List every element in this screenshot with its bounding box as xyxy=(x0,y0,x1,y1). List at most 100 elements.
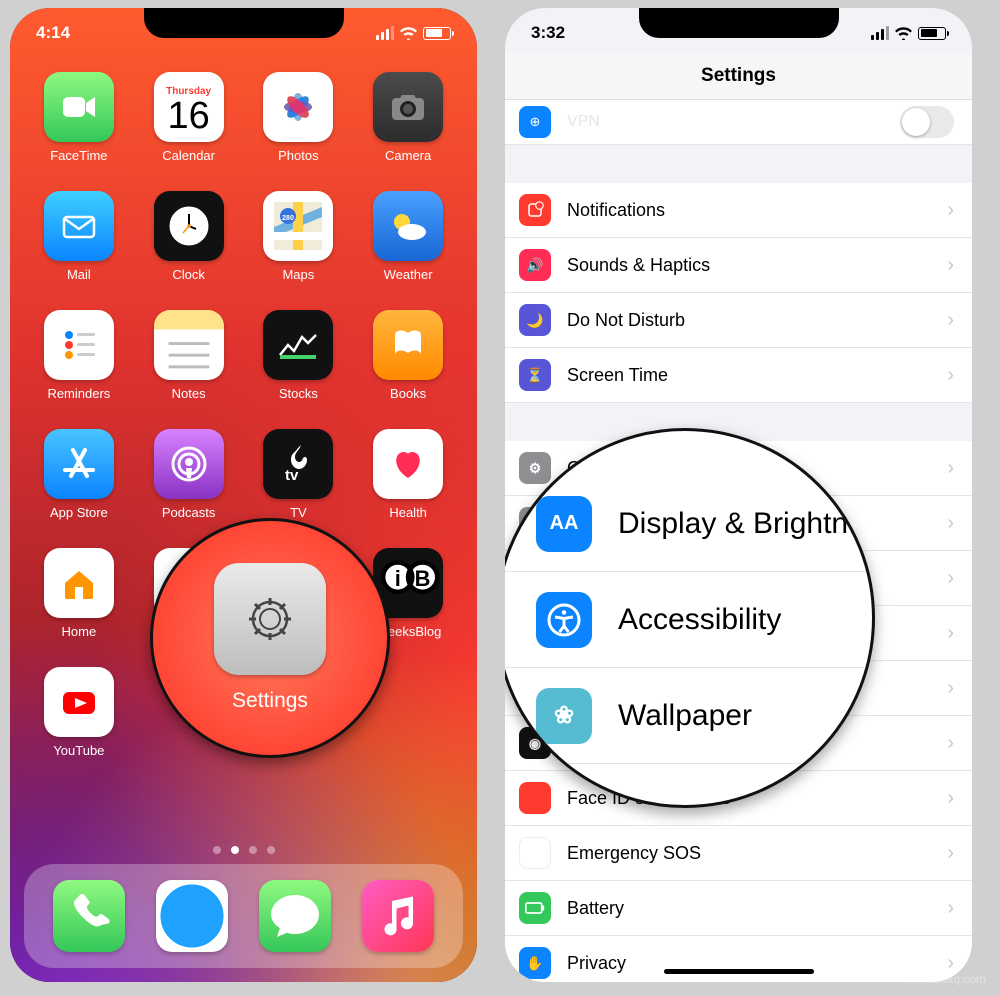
row-battery[interactable]: Battery› xyxy=(505,881,972,936)
appstore-icon xyxy=(44,429,114,499)
app-youtube[interactable]: YouTube xyxy=(34,667,124,782)
dock xyxy=(24,864,463,968)
calendar-icon: Thursday16 xyxy=(154,72,224,142)
magnifier-accessibility: AADisplay & Brightness Accessibility ❀Wa… xyxy=(505,428,875,808)
app-camera[interactable]: Camera xyxy=(363,72,453,187)
sounds-icon: 🔊 xyxy=(519,249,551,281)
reminders-icon xyxy=(44,310,114,380)
weather-icon xyxy=(373,191,443,261)
zoom-row-wallpaper[interactable]: ❀Wallpaper xyxy=(505,668,872,764)
battery-icon xyxy=(423,27,451,40)
svg-text:280: 280 xyxy=(283,215,295,222)
app-appstore[interactable]: App Store xyxy=(34,429,124,544)
app-photos[interactable]: Photos xyxy=(254,72,344,187)
row-sos[interactable]: SOSEmergency SOS› xyxy=(505,826,972,881)
page-dots[interactable] xyxy=(10,846,477,854)
chevron-right-icon: › xyxy=(947,622,954,645)
dock-app-music[interactable] xyxy=(362,880,434,952)
svg-text:tv: tv xyxy=(285,467,299,484)
notifications-icon xyxy=(519,194,551,226)
app-books[interactable]: Books xyxy=(363,310,453,425)
app-reminders[interactable]: Reminders xyxy=(34,310,124,425)
chevron-right-icon: › xyxy=(947,677,954,700)
settings-icon-zoomed xyxy=(214,563,326,675)
home-indicator[interactable] xyxy=(664,969,814,974)
wifi-icon xyxy=(895,27,912,40)
phone-home-screen: 4:14 FaceTime Thursday16Calendar Photos … xyxy=(10,8,477,982)
status-indicators xyxy=(871,26,946,40)
battery-icon xyxy=(519,892,551,924)
clock-time: 4:14 xyxy=(36,23,70,43)
dnd-icon: 🌙 xyxy=(519,304,551,336)
vpn-icon: ⊕ xyxy=(519,106,551,138)
zoom-row-display[interactable]: AADisplay & Brightness xyxy=(505,476,872,572)
app-notes[interactable]: Notes xyxy=(144,310,234,425)
chevron-right-icon: › xyxy=(947,512,954,535)
chevron-right-icon: › xyxy=(947,842,954,865)
watermark: www.deuaq.com xyxy=(898,972,986,986)
chevron-right-icon: › xyxy=(947,199,954,222)
row-notifications[interactable]: Notifications› xyxy=(505,183,972,238)
general-icon: ⚙ xyxy=(519,452,551,484)
photos-icon xyxy=(263,72,333,142)
tv-icon: tv xyxy=(263,429,333,499)
svg-text:i: i xyxy=(395,566,401,591)
notes-icon xyxy=(154,310,224,380)
books-icon xyxy=(373,310,443,380)
chevron-right-icon: › xyxy=(947,787,954,810)
podcasts-icon xyxy=(154,429,224,499)
notch xyxy=(639,8,839,38)
chevron-right-icon: › xyxy=(947,364,954,387)
row-dnd[interactable]: 🌙Do Not Disturb› xyxy=(505,293,972,348)
app-calendar[interactable]: Thursday16Calendar xyxy=(144,72,234,187)
wallpaper-icon: ❀ xyxy=(536,688,592,744)
row-vpn[interactable]: ⊕ VPN xyxy=(505,100,972,145)
clock-icon xyxy=(154,191,224,261)
phone-settings-screen: 3:32 Settings ⊕ VPN Notifications› 🔊Soun… xyxy=(505,8,972,982)
stocks-icon xyxy=(263,310,333,380)
youtube-icon xyxy=(44,667,114,737)
row-screentime[interactable]: ⏳Screen Time› xyxy=(505,348,972,403)
app-maps[interactable]: 280Maps xyxy=(254,191,344,306)
dock-app-phone[interactable] xyxy=(53,880,125,952)
vpn-toggle[interactable] xyxy=(900,106,954,138)
chevron-right-icon: › xyxy=(947,732,954,755)
dock-app-safari[interactable] xyxy=(156,880,228,952)
row-sounds[interactable]: 🔊Sounds & Haptics› xyxy=(505,238,972,293)
app-facetime[interactable]: FaceTime xyxy=(34,72,124,187)
app-weather[interactable]: Weather xyxy=(363,191,453,306)
nav-title: Settings xyxy=(505,52,972,100)
accessibility-icon xyxy=(536,592,592,648)
app-home[interactable]: Home xyxy=(34,548,124,663)
zoom-row-accessibility[interactable]: Accessibility xyxy=(505,572,872,668)
clock-time: 3:32 xyxy=(531,23,565,43)
app-health[interactable]: Health xyxy=(363,429,453,544)
passcode-icon xyxy=(519,782,551,814)
maps-icon: 280 xyxy=(263,191,333,261)
app-clock[interactable]: Clock xyxy=(144,191,234,306)
chevron-right-icon: › xyxy=(947,309,954,332)
app-stocks[interactable]: Stocks xyxy=(254,310,344,425)
display-icon: AA xyxy=(536,496,592,552)
app-mail[interactable]: Mail xyxy=(34,191,124,306)
chevron-right-icon: › xyxy=(947,567,954,590)
sos-icon: SOS xyxy=(519,837,551,869)
wifi-icon xyxy=(400,27,417,40)
dock-app-messages[interactable] xyxy=(259,880,331,952)
mail-icon xyxy=(44,191,114,261)
chevron-right-icon: › xyxy=(947,457,954,480)
battery-icon xyxy=(918,27,946,40)
svg-text:B: B xyxy=(415,566,431,591)
chevron-right-icon: › xyxy=(947,254,954,277)
facetime-icon xyxy=(44,72,114,142)
home-icon xyxy=(44,548,114,618)
cellular-signal-icon xyxy=(871,26,889,40)
status-indicators xyxy=(376,26,451,40)
camera-icon xyxy=(373,72,443,142)
notch xyxy=(144,8,344,38)
chevron-right-icon: › xyxy=(947,897,954,920)
privacy-icon: ✋ xyxy=(519,947,551,979)
app-podcasts[interactable]: Podcasts xyxy=(144,429,234,544)
health-icon xyxy=(373,429,443,499)
cellular-signal-icon xyxy=(376,26,394,40)
